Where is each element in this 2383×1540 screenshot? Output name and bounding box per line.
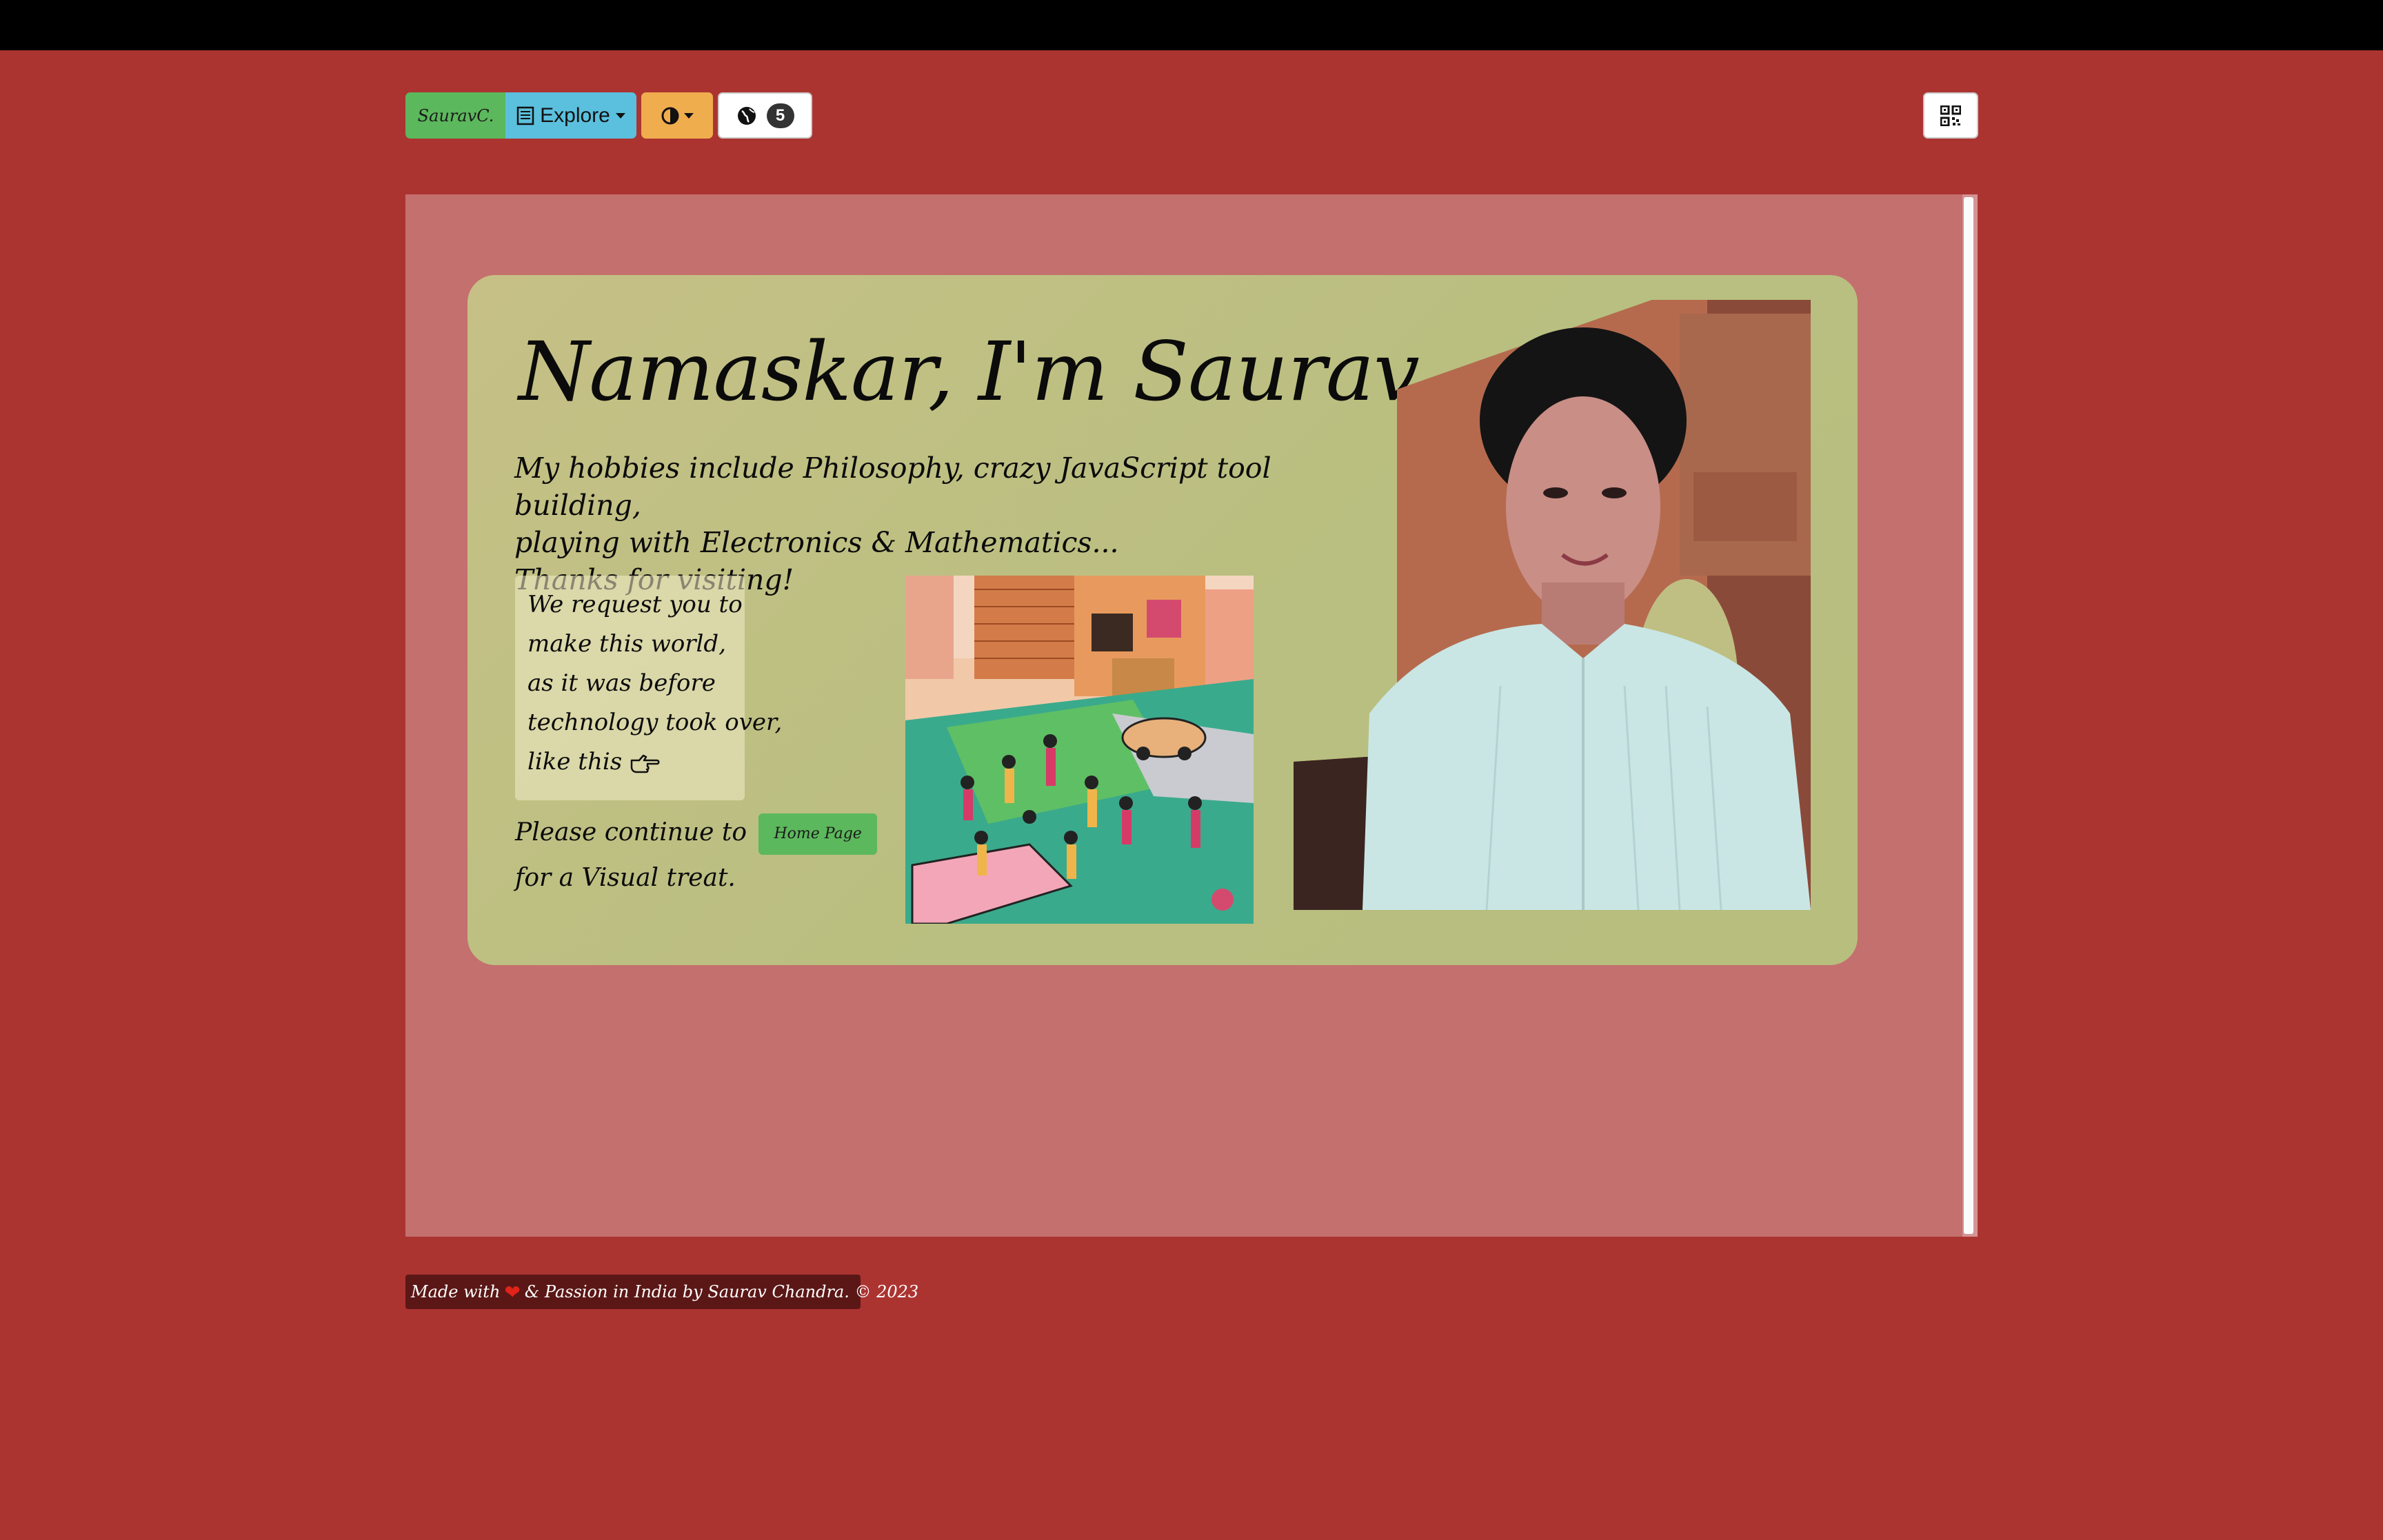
explore-label: Explore (540, 103, 610, 127)
footer-made-with: Made with (411, 1282, 501, 1301)
hobbies-line: My hobbies include Philosophy, crazy Jav… (514, 452, 1271, 522)
theme-toggle-button[interactable] (641, 92, 713, 139)
hand-pointing-right-icon (630, 754, 660, 773)
village-illustration (905, 576, 1254, 924)
chevron-down-icon (684, 112, 694, 119)
quote-line-last: like this (527, 742, 732, 782)
footer-credit: Made with ❤ & Passion in India by Saurav… (405, 1275, 918, 1309)
scrollbar-thumb[interactable] (1964, 197, 1973, 1234)
page-title: Namaskar, I'm Saurav (519, 324, 1420, 419)
quote-line: We request you to (527, 591, 743, 618)
brand-label: SauravC. (417, 105, 494, 125)
quote-line: as it was before (527, 669, 716, 697)
qr-code-icon (1940, 105, 1961, 126)
globe-icon (737, 106, 756, 125)
request-quote-box: We request you to make this world, as it… (515, 576, 783, 800)
footer-credit-text: & Passion in India by Saurav Chandra. © … (524, 1282, 919, 1301)
home-page-button[interactable]: Home Page (758, 813, 877, 855)
explore-dropdown-button[interactable]: Explore (505, 92, 636, 139)
quote-line: make this world, (527, 630, 727, 658)
brand-button[interactable]: SauravC. (405, 92, 506, 139)
globe-visitors-button[interactable]: 5 (718, 92, 812, 139)
qr-code-button[interactable] (1923, 92, 1978, 139)
continue-text: Please continue to Home Page for a Visua… (515, 810, 901, 901)
browser-top-bar (0, 0, 2383, 50)
chevron-down-icon (615, 112, 625, 119)
heart-icon: ❤ (504, 1280, 521, 1304)
quote-line: technology took over, (527, 709, 783, 736)
contrast-icon (661, 107, 679, 124)
visitor-count-badge: 5 (766, 103, 794, 128)
profile-photo (1294, 300, 1811, 910)
book-icon (516, 106, 534, 125)
hobbies-line: playing with Electronics & Mathematics..… (514, 526, 1119, 559)
